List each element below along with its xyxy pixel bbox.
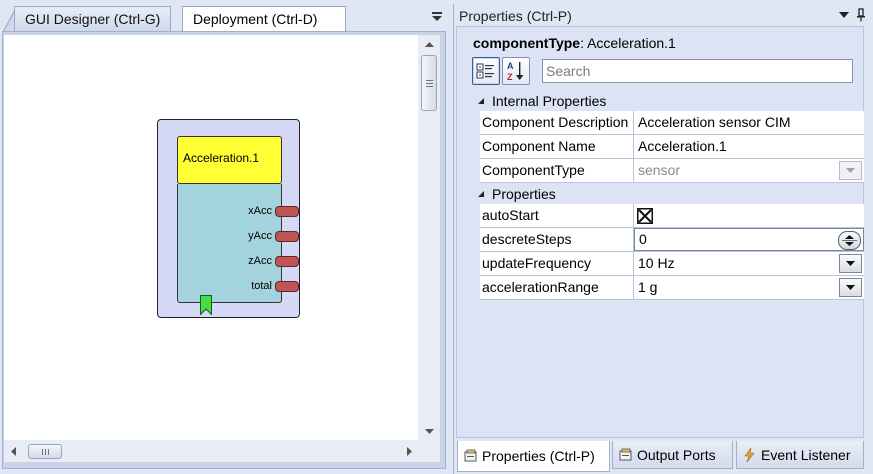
port-label: zAcc (248, 255, 272, 267)
component-type-line: componentType: Acceleration.1 (473, 35, 676, 51)
property-row-autostart[interactable]: autoStart (480, 204, 864, 228)
property-row-accelerationrange[interactable]: accelerationRange 1 g (480, 276, 864, 300)
window-position-dropdown-icon[interactable] (839, 10, 849, 20)
output-port-yacc[interactable]: yAcc (248, 229, 299, 243)
collapse-triangle-icon[interactable] (473, 93, 489, 109)
output-port-total[interactable]: total (251, 279, 299, 293)
categorized-icon (476, 63, 494, 79)
port-connector[interactable] (275, 255, 299, 267)
output-port-zacc[interactable]: zAcc (248, 254, 299, 268)
port-connector[interactable] (275, 280, 299, 292)
port-label: xAcc (248, 205, 272, 217)
property-name: Component Description (480, 111, 634, 135)
category-properties[interactable]: Properties (473, 184, 863, 204)
property-name: ComponentType (480, 159, 634, 183)
properties-header: Properties (Ctrl-P) (454, 4, 873, 26)
combo-value: 10 Hz (638, 255, 675, 271)
horizontal-scrollbar[interactable] (4, 440, 418, 462)
port-connector[interactable] (275, 205, 299, 217)
properties-title: Properties (Ctrl-P) (459, 8, 572, 24)
properties-pane: Properties (Ctrl-P) componentType: Accel… (453, 4, 873, 474)
property-name: autoStart (480, 204, 634, 228)
vertical-scrollbar[interactable] (418, 35, 440, 440)
property-row-component-description[interactable]: Component Description Acceleration senso… (480, 111, 864, 135)
property-grid-toolbar: A Z (472, 57, 530, 87)
component-type-label: componentType (473, 35, 581, 51)
property-value-combo[interactable]: 10 Hz (634, 252, 864, 276)
component-block-acceleration[interactable]: Acceleration.1 xAcc yAcc zAcc total (157, 119, 300, 318)
property-name: Component Name (480, 135, 634, 159)
output-port-xacc[interactable]: xAcc (248, 204, 299, 218)
port-label: total (251, 280, 272, 292)
property-value-combo-disabled: sensor (634, 159, 864, 183)
spinner-up-down-icon (842, 235, 857, 246)
property-name: updateFrequency (480, 252, 634, 276)
scrollbar-corner (418, 440, 440, 462)
combo-value: sensor (638, 162, 681, 178)
component-title: Acceleration.1 (177, 136, 282, 184)
pin-icon[interactable] (856, 8, 866, 22)
tab-properties[interactable]: Properties (Ctrl-P) (457, 441, 610, 472)
chevron-down-icon (846, 261, 855, 266)
component-type-value: Acceleration.1 (587, 35, 676, 51)
tab-deployment[interactable]: Deployment (Ctrl-D) (182, 6, 346, 32)
tab-event-listener[interactable]: Event Listener (736, 441, 864, 469)
event-listener-icon (744, 447, 755, 462)
combo-dropdown-button[interactable] (839, 254, 862, 273)
categorized-view-button[interactable] (472, 57, 500, 85)
tab-label: Output Ports (637, 446, 716, 463)
spinner-value: 0 (639, 231, 647, 247)
property-row-component-type: ComponentType sensor (480, 159, 864, 183)
property-grid: componentType: Acceleration.1 A Z Search… (456, 26, 864, 438)
scroll-up-arrow-icon[interactable] (418, 35, 440, 53)
combo-value: 1 g (638, 279, 658, 295)
spinner-buttons[interactable] (838, 231, 861, 250)
combo-dropdown-button (839, 161, 862, 180)
component-body: xAcc yAcc zAcc total (177, 184, 299, 315)
scroll-left-arrow-icon[interactable] (4, 440, 22, 462)
sort-alphabetical-icon: A Z (507, 61, 524, 82)
property-name: descreteSteps (480, 228, 634, 252)
property-row-updatefrequency[interactable]: updateFrequency 10 Hz (480, 252, 864, 276)
chevron-down-icon (846, 285, 855, 290)
chevron-down-icon (846, 168, 855, 173)
combo-dropdown-button[interactable] (839, 278, 862, 297)
property-value-text[interactable]: Acceleration.1 (634, 135, 864, 159)
scroll-down-arrow-icon[interactable] (418, 422, 440, 440)
category-label: Internal Properties (492, 93, 607, 109)
tab-label: Properties (Ctrl-P) (482, 448, 595, 464)
tab-gui-designer[interactable]: GUI Designer (Ctrl-G) (14, 6, 172, 32)
alphabetical-sort-button[interactable]: A Z (502, 57, 530, 85)
property-name: accelerationRange (480, 276, 634, 300)
property-value-text[interactable]: Acceleration sensor CIM (634, 111, 864, 135)
output-ports-icon (619, 448, 632, 460)
tab-label: Event Listener (761, 446, 851, 463)
bottom-tab-strip: Properties (Ctrl-P) Output Ports Event L… (454, 441, 873, 474)
tab-output-ports[interactable]: Output Ports (612, 441, 733, 469)
property-value-spinner[interactable]: 0 (634, 228, 864, 252)
svg-text:A: A (507, 61, 514, 71)
properties-icon (464, 449, 477, 462)
property-value-combo[interactable]: 1 g (634, 276, 864, 300)
property-search-input[interactable] (542, 59, 853, 83)
port-connector[interactable] (275, 230, 299, 242)
horizontal-scroll-thumb[interactable] (28, 444, 62, 459)
property-row-descretesteps[interactable]: descreteSteps 0 (480, 228, 864, 252)
port-label: yAcc (248, 230, 272, 242)
event-trigger-icon[interactable] (200, 295, 212, 315)
vertical-scroll-thumb[interactable] (421, 55, 437, 111)
category-internal-properties[interactable]: Internal Properties (473, 91, 863, 111)
spinner-input[interactable]: 0 (634, 228, 864, 251)
svg-text:Z: Z (507, 72, 513, 82)
checkbox-checked-icon[interactable] (637, 208, 653, 224)
tab-list-dropdown-icon[interactable] (430, 10, 444, 24)
deployment-pane: GUI Designer (Ctrl-G) Deployment (Ctrl-D… (0, 0, 448, 474)
property-row-component-name[interactable]: Component Name Acceleration.1 (480, 135, 864, 159)
property-value-checkbox[interactable] (634, 204, 864, 228)
collapse-triangle-icon[interactable] (473, 186, 489, 202)
category-label: Properties (492, 186, 556, 202)
scroll-right-arrow-icon[interactable] (400, 440, 418, 462)
